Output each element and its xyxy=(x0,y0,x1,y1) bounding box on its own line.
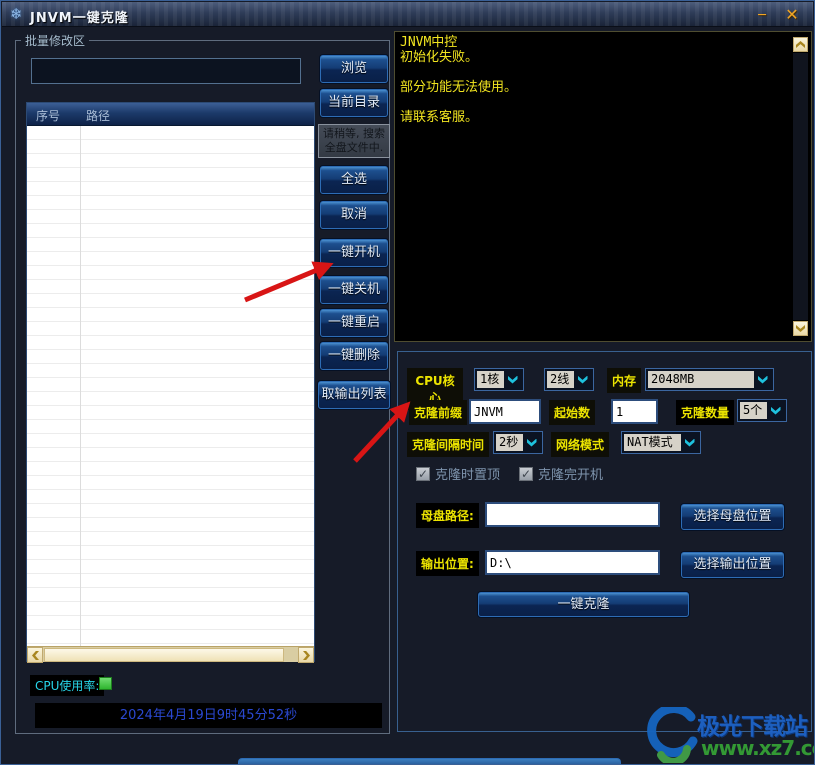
chevron-down-icon xyxy=(771,407,781,415)
cpu-core-value: 1核 xyxy=(477,371,504,388)
checkbox-label: 克隆完开机 xyxy=(538,464,603,483)
partial-bottom-button[interactable] xyxy=(238,758,621,765)
start-number-label: 起始数 xyxy=(549,400,595,425)
master-path-input[interactable] xyxy=(485,502,660,527)
chevron-up-icon xyxy=(796,41,805,48)
table-header: 序号 路径 xyxy=(27,103,314,126)
watermark: 极光下载站 www.xz7.com xyxy=(647,699,813,763)
column-header-index[interactable]: 序号 xyxy=(36,107,60,124)
window-title: JNVM一键克隆 xyxy=(30,7,129,26)
start-number-input[interactable] xyxy=(611,399,658,424)
chevron-down-icon xyxy=(758,376,768,384)
batch-modify-group: 批量修改区 序号 路径 浏览 当前目录 请稍等, 搜索全盘文件中. 全选 取消 … xyxy=(15,40,390,734)
console-text: JNVM中控 初始化失败。 部分功能无法使用。 请联系客服。 xyxy=(400,35,791,125)
chevron-down-icon xyxy=(796,325,805,332)
checkbox-topmost-during-clone[interactable]: ✓ 克隆时置顶 xyxy=(416,464,500,483)
restart-button[interactable]: 一键重启 xyxy=(320,309,388,337)
clone-count-label: 克隆数量 xyxy=(676,400,734,425)
chevron-down-icon xyxy=(527,439,537,447)
select-all-button[interactable]: 全选 xyxy=(320,166,388,194)
checkbox-check-icon: ✓ xyxy=(416,467,430,481)
output-location-label: 输出位置: xyxy=(416,551,479,576)
power-off-button[interactable]: 一键关机 xyxy=(320,276,388,304)
table-body[interactable] xyxy=(27,126,314,646)
cpu-usage-indicator xyxy=(99,677,112,690)
browse-button[interactable]: 浏览 xyxy=(320,55,388,83)
column-header-path[interactable]: 路径 xyxy=(86,107,110,124)
current-dir-button[interactable]: 当前目录 xyxy=(320,89,388,117)
master-path-label: 母盘路径: xyxy=(416,503,479,528)
horizontal-scrollbar[interactable] xyxy=(27,646,314,662)
clone-count-select[interactable]: 5个 xyxy=(737,399,787,422)
network-mode-value: NAT模式 xyxy=(624,434,681,451)
cpu-core-select[interactable]: 1核 xyxy=(474,368,524,391)
delete-button[interactable]: 一键删除 xyxy=(320,342,388,370)
clone-prefix-input[interactable] xyxy=(469,399,541,424)
chevron-down-icon xyxy=(685,439,695,447)
cancel-button[interactable]: 取消 xyxy=(320,201,388,229)
network-mode-label: 网络模式 xyxy=(551,432,609,457)
checkbox-check-icon: ✓ xyxy=(519,467,533,481)
cpu-thread-select[interactable]: 2线 xyxy=(544,368,594,391)
chevron-down-icon xyxy=(578,376,588,384)
output-location-input[interactable] xyxy=(485,550,660,575)
cpu-core-dropdown-button[interactable] xyxy=(504,371,521,388)
memory-value: 2048MB xyxy=(648,371,754,388)
site-logo-icon xyxy=(647,707,699,763)
chevron-left-icon xyxy=(32,651,39,660)
table-column-divider xyxy=(80,126,81,646)
cpu-thread-dropdown-button[interactable] xyxy=(574,371,591,388)
clone-count-dropdown-button[interactable] xyxy=(767,402,784,419)
path-input[interactable] xyxy=(31,58,301,84)
clone-interval-value: 2秒 xyxy=(496,434,523,451)
clone-settings-panel: CPU核心 1核 2线 内存 2048MB 克隆前缀 起始数 克隆数量 5个 克… xyxy=(397,351,812,732)
scroll-left-button[interactable] xyxy=(27,647,43,663)
cpu-usage-label: CPU使用率: xyxy=(30,675,104,696)
minimize-button[interactable]: ─ xyxy=(751,5,773,24)
output-list-button[interactable]: 取输出列表 xyxy=(318,381,390,409)
clone-interval-select[interactable]: 2秒 xyxy=(493,431,543,454)
clone-interval-label: 克隆间隔时间 xyxy=(407,432,489,457)
memory-dropdown-button[interactable] xyxy=(754,371,771,388)
select-master-location-button[interactable]: 选择母盘位置 xyxy=(681,504,784,530)
group-title: 批量修改区 xyxy=(21,32,89,49)
one-click-clone-button[interactable]: 一键克隆 xyxy=(478,592,689,617)
network-mode-dropdown-button[interactable] xyxy=(681,434,698,451)
watermark-site-url: www.xz7.com xyxy=(701,736,815,760)
checkbox-poweron-after-clone[interactable]: ✓ 克隆完开机 xyxy=(519,464,603,483)
select-output-location-button[interactable]: 选择输出位置 xyxy=(681,552,784,578)
close-button[interactable]: ✕ xyxy=(781,5,803,24)
snowflake-app-icon: ❄ xyxy=(10,5,23,23)
chevron-right-icon xyxy=(303,651,310,660)
clone-prefix-label: 克隆前缀 xyxy=(409,400,467,425)
scroll-up-button[interactable] xyxy=(793,37,808,52)
scroll-down-button[interactable] xyxy=(793,321,808,336)
memory-label: 内存 xyxy=(607,368,641,393)
scroll-right-button[interactable] xyxy=(298,647,314,663)
log-console: JNVM中控 初始化失败。 部分功能无法使用。 请联系客服。 xyxy=(394,31,812,342)
clone-interval-dropdown-button[interactable] xyxy=(523,434,540,451)
network-mode-select[interactable]: NAT模式 xyxy=(621,431,701,454)
power-on-button[interactable]: 一键开机 xyxy=(320,239,388,267)
memory-select[interactable]: 2048MB xyxy=(645,368,774,391)
busy-notice: 请稍等, 搜索全盘文件中. xyxy=(318,124,390,158)
vertical-scrollbar-track[interactable] xyxy=(793,53,808,320)
scrollbar-thumb[interactable] xyxy=(44,648,284,662)
titlebar[interactable]: ❄ JNVM一键克隆 ─ ✕ xyxy=(2,2,813,27)
app-window: ❄ JNVM一键克隆 ─ ✕ 批量修改区 序号 路径 浏览 当前目录 请稍等, … xyxy=(0,0,815,765)
chevron-down-icon xyxy=(508,376,518,384)
cpu-thread-value: 2线 xyxy=(547,371,574,388)
clone-count-value: 5个 xyxy=(740,402,767,419)
file-list-table: 序号 路径 xyxy=(26,102,315,662)
datetime-bar: 2024年4月19日9时45分52秒 xyxy=(35,703,382,728)
checkbox-label: 克隆时置顶 xyxy=(435,464,500,483)
